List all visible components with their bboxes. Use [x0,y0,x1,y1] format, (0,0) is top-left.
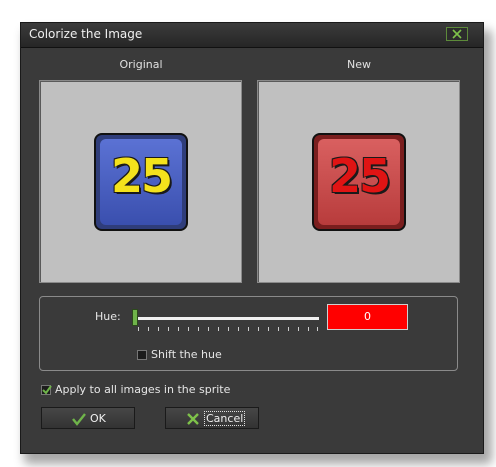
new-label: New [347,58,371,71]
apply-all-label[interactable]: Apply to all images in the sprite [55,383,230,396]
cancel-cross-icon [187,413,199,425]
hue-value-field[interactable]: 0 [327,304,408,330]
ok-button[interactable]: OK [41,407,135,429]
new-preview: 25 [257,80,460,283]
title-bar[interactable]: Colorize the Image [21,23,483,48]
new-number: 25 [328,149,391,203]
window-title: Colorize the Image [29,27,143,41]
close-button[interactable] [446,27,468,41]
new-sprite-image: 25 [312,133,406,231]
close-icon [452,29,462,39]
shift-hue-checkbox[interactable] [137,350,147,360]
colorize-dialog: Colorize the Image Original New 25 25 Hu… [20,22,484,454]
original-sprite-image: 25 [94,133,188,231]
cancel-button-label: Cancel [204,411,246,426]
original-number: 25 [110,149,173,203]
hue-slider-ticks [138,327,318,332]
cancel-button[interactable]: Cancel [165,407,259,429]
shift-hue-label[interactable]: Shift the hue [151,348,222,361]
hue-group: Hue: 0 Shift the hue [39,296,458,371]
checkmark-icon [42,385,52,395]
hue-slider-thumb[interactable] [132,309,138,326]
ok-button-label: OK [90,412,106,425]
original-preview: 25 [39,80,242,283]
original-label: Original [119,58,163,71]
apply-all-checkbox[interactable] [41,385,52,395]
hue-slider-track[interactable] [134,317,319,320]
hue-label: Hue: [95,310,121,323]
ok-checkmark-icon [72,413,86,426]
